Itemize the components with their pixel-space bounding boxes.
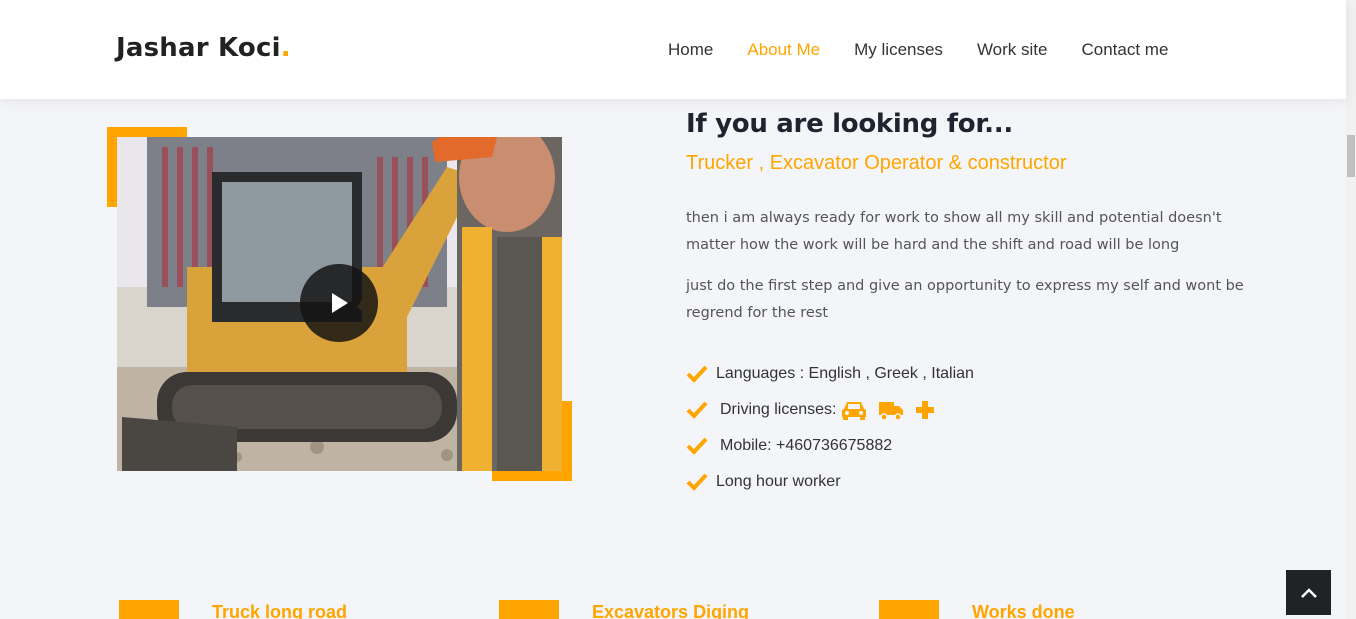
nav-home[interactable]: Home (668, 40, 713, 60)
nav-contact-me[interactable]: Contact me (1081, 40, 1168, 60)
site-header: Jashar Koci. Home About Me My licenses W… (0, 0, 1346, 99)
nav-work-site[interactable]: Work site (977, 40, 1048, 60)
logo-dot: . (280, 33, 291, 63)
about-subtitle: Trucker , Excavator Operator & construct… (686, 152, 1067, 174)
list-item-label: Driving licenses: (720, 401, 837, 418)
car-icon (842, 402, 867, 420)
license-icons (840, 399, 946, 421)
list-item-label: Long hour worker (716, 473, 841, 490)
back-to-top-button[interactable] (1286, 570, 1331, 615)
truck-icon (879, 402, 904, 421)
nav-about-me[interactable]: About Me (747, 40, 820, 60)
about-title: If you are looking for... (686, 109, 1013, 139)
page-scrollbar[interactable] (1346, 0, 1356, 619)
chevron-up-icon (1300, 587, 1317, 598)
check-icon (686, 437, 708, 455)
works-feature-icon (879, 600, 939, 619)
scrollbar-thumb[interactable] (1347, 135, 1355, 177)
play-icon (332, 293, 348, 313)
play-button[interactable] (300, 264, 378, 342)
check-icon (686, 401, 708, 419)
feature-title: Truck long road (212, 602, 348, 619)
about-paragraph-1: then i am always ready for work to show … (686, 210, 1222, 253)
main-nav: Home About Me My licenses Work site Cont… (668, 40, 1202, 60)
list-item-label: Mobile: +460736675882 (720, 437, 893, 454)
feature-title: Excavators Diging (592, 602, 750, 619)
about-paragraph-2: just do the first step and give an oppor… (686, 278, 1244, 321)
excavator-feature-icon (499, 600, 559, 619)
list-item-long-hour: Long hour worker (686, 464, 974, 500)
nav-my-licenses[interactable]: My licenses (854, 40, 943, 60)
list-item-label: Languages : English , Greek , Italian (716, 365, 974, 382)
list-item-mobile: Mobile: +460736675882 (686, 428, 974, 464)
check-icon (686, 473, 708, 491)
list-item-driving-licenses: Driving licenses: (686, 392, 974, 428)
feature-title: Works done (972, 602, 1075, 619)
list-item-languages: Languages : English , Greek , Italian (686, 356, 974, 392)
about-feature-list: Languages : English , Greek , Italian Dr… (686, 356, 974, 500)
logo-text: Jashar Koci (116, 33, 281, 63)
site-logo[interactable]: Jashar Koci. (116, 33, 291, 63)
plus-icon (916, 401, 935, 419)
truck-feature-icon (119, 600, 179, 619)
check-icon (686, 365, 708, 383)
